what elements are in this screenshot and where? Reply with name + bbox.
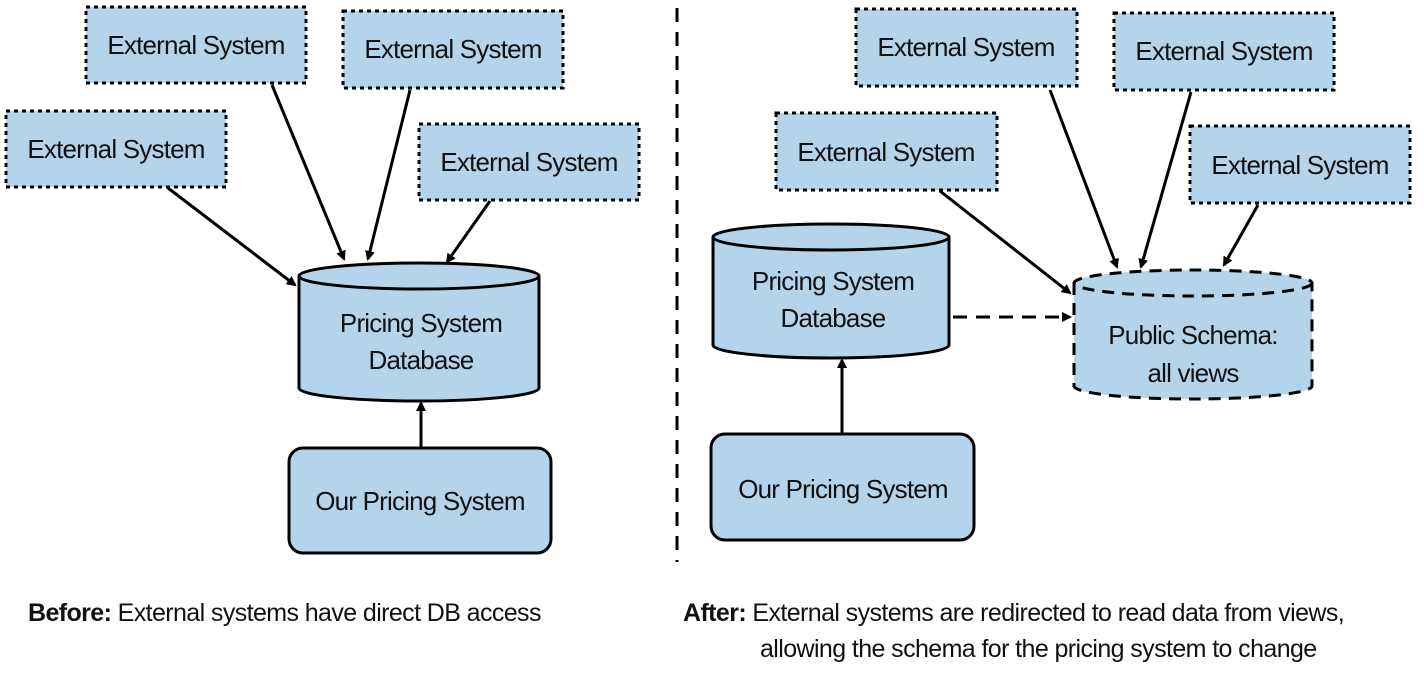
external-system-box: External System <box>854 7 1079 88</box>
after-caption-line2: allowing the schema for the pricing syst… <box>760 635 1317 663</box>
our-pricing-system-box: Our Pricing System <box>709 432 976 542</box>
svg-text:Public Schema:: Public Schema: <box>1108 320 1277 350</box>
svg-text:Our Pricing System: Our Pricing System <box>315 486 525 516</box>
external-system-box: External System <box>4 109 228 189</box>
svg-text:Pricing System: Pricing System <box>340 308 502 338</box>
pricing-database-cylinder: Pricing System Database <box>711 222 951 360</box>
diagram: External System External System External… <box>4 5 1412 663</box>
arrow <box>1138 91 1193 269</box>
svg-text:Database: Database <box>369 345 474 375</box>
arrow <box>1048 89 1119 269</box>
external-system-box: External System <box>1112 11 1336 92</box>
svg-text:External System: External System <box>27 134 204 164</box>
arrow <box>1222 204 1260 267</box>
svg-text:External System: External System <box>797 137 974 167</box>
svg-text:all views: all views <box>1147 358 1239 388</box>
public-schema-cylinder: Public Schema: all views <box>1072 268 1314 401</box>
arrow <box>167 186 297 287</box>
svg-text:External System: External System <box>1135 36 1312 66</box>
svg-text:External System: External System <box>107 30 284 60</box>
external-system-box: External System <box>84 5 308 85</box>
external-system-box: External System <box>417 122 641 202</box>
arrow <box>445 200 492 264</box>
svg-text:Our Pricing System: Our Pricing System <box>738 474 948 504</box>
svg-text:External System: External System <box>877 32 1054 62</box>
svg-text:External System: External System <box>364 34 541 64</box>
before-caption: Before: External systems have direct DB … <box>28 599 541 627</box>
svg-text:External System: External System <box>440 147 617 177</box>
arrow <box>270 84 346 261</box>
pricing-database-cylinder: Pricing System Database <box>297 261 541 403</box>
external-system-box: External System <box>1188 124 1412 205</box>
arrow <box>939 189 1072 295</box>
external-system-box: External System <box>341 9 565 90</box>
svg-text:External System: External System <box>1211 150 1388 180</box>
external-system-box: External System <box>774 111 999 192</box>
svg-text:Pricing System: Pricing System <box>752 266 914 296</box>
our-pricing-system-box: Our Pricing System <box>287 446 553 555</box>
svg-text:Database: Database <box>781 303 886 333</box>
after-caption: After: External systems are redirected t… <box>683 599 1344 627</box>
arrow <box>365 89 412 261</box>
